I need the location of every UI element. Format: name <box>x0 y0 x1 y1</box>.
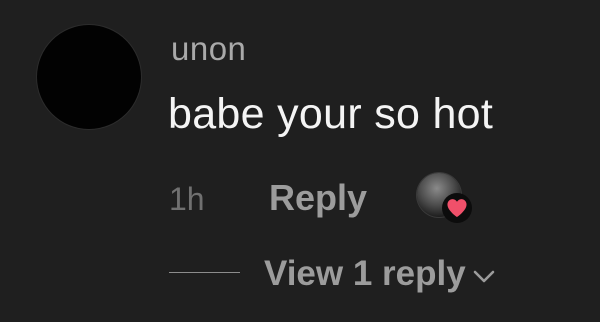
chevron-down-icon <box>473 270 495 284</box>
comment: unon babe your so hot 1h Reply View 1 re… <box>0 0 600 322</box>
heart-badge <box>442 193 472 223</box>
view-replies-label: View 1 reply <box>264 254 466 293</box>
avatar[interactable] <box>37 25 141 129</box>
timestamp: 1h <box>169 181 205 217</box>
username[interactable]: unon <box>171 27 246 71</box>
reply-button[interactable]: Reply <box>269 175 367 221</box>
comment-text: babe your so hot <box>168 90 494 138</box>
view-replies-button[interactable]: View 1 reply <box>264 251 495 297</box>
liked-by-author[interactable] <box>417 173 472 223</box>
replies-divider <box>169 272 240 273</box>
heart-icon <box>447 199 467 218</box>
